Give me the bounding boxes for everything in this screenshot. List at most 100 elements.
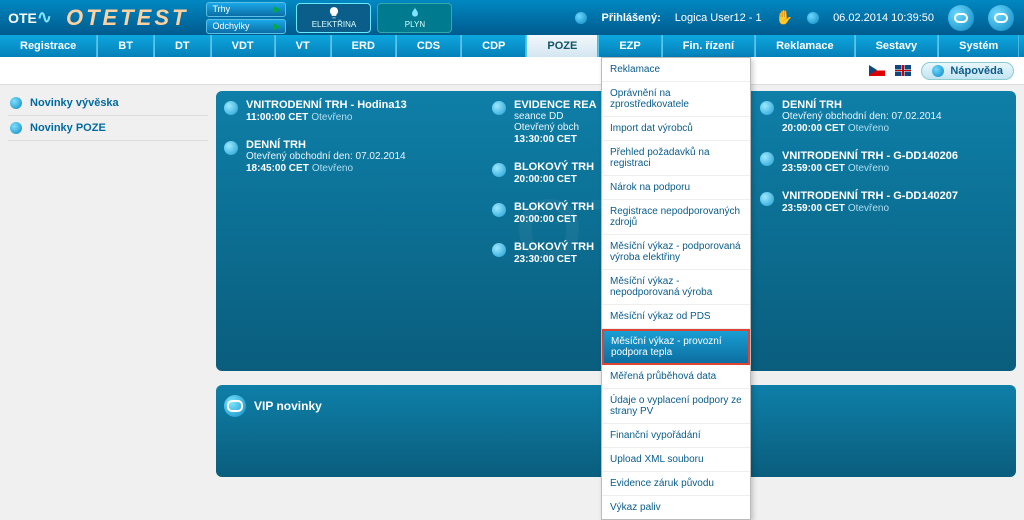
card-title: BLOKOVÝ TRH [514,241,594,253]
bullet-icon [224,101,238,115]
card-time: 20:00:00 CET [514,214,577,225]
menu-item[interactable]: Měřená průběhová data [602,365,750,389]
lightbulb-icon [325,6,343,20]
card-subtitle: seance DD [514,111,597,122]
logo: OTE∿ [0,0,60,35]
bullet-icon [224,141,238,155]
dot-icon [575,12,587,24]
menu-item[interactable]: Měsíční výkaz - nepodporovaná výroba [602,270,750,305]
sub-header: Nápověda [0,57,1024,85]
card-title: VNITRODENNÍ TRH - G-DD140206 [782,150,958,162]
news-card[interactable]: DENNÍ TRH Otevřený obchodní den: 07.02.2… [760,99,1008,134]
brand-text: OTETEST [66,5,188,31]
card-time: 20:00:00 CET [782,123,845,134]
card-time: 13:30:00 CET [514,134,577,145]
sidebar: Novinky vývěska Novinky POZE [8,91,208,477]
mini-button-column: Trhy ▶ Odchylky ▶ [206,2,286,34]
card-time: 20:00:00 CET [514,174,577,185]
mini-button-odchylky[interactable]: Odchylky ▶ [206,19,286,34]
help-label: Nápověda [950,65,1003,77]
dot-icon [10,97,22,109]
bullet-icon [492,163,506,177]
menu-item[interactable]: Měsíční výkaz od PDS [602,305,750,329]
nav-finrizeni[interactable]: Fin. řízení [662,35,755,57]
card-time: 18:45:00 CET [246,163,309,174]
card-status: Otevřeno [848,163,889,174]
bullet-icon [760,152,774,166]
tab-label: PLYN [405,20,425,29]
menu-item[interactable]: Evidence záruk původu [602,472,750,496]
dot-icon [10,122,22,134]
news-card[interactable]: VNITRODENNÍ TRH - G-DD140206 23:59:00 CE… [760,150,1008,174]
nav-poze[interactable]: POZE [526,35,598,57]
bullet-icon [760,101,774,115]
top-right-area: Přihlášený: Logica User12 - 1 ✋ 06.02.20… [575,5,1024,31]
arrow-right-icon: ▶ [274,4,281,15]
main-nav: Registrace BT DT VDT VT ERD CDS CDP POZE… [0,35,1024,57]
news-card[interactable]: DENNÍ TRH Otevřený obchodní den: 07.02.2… [224,139,472,174]
nav-erd[interactable]: ERD [331,35,396,57]
top-bar: OTE∿ OTETEST Trhy ▶ Odchylky ▶ ELEKTŘINA P… [0,0,1024,35]
user-name: Logica User12 - 1 [675,12,762,24]
nav-registrace[interactable]: Registrace [0,35,97,57]
nav-ezp[interactable]: EZP [598,35,661,57]
nav-system[interactable]: Systém [938,35,1019,57]
dot-icon [932,65,944,77]
nav-bt[interactable]: BT [97,35,154,57]
menu-item[interactable]: Registrace nepodporovaných zdrojů [602,200,750,235]
flag-uk-icon[interactable] [895,65,911,76]
mini-label: Odchylky [212,21,249,31]
chat-icon[interactable] [948,5,974,31]
help-button[interactable]: Nápověda [921,62,1014,80]
nav-vdt[interactable]: VDT [211,35,275,57]
card-title: VNITRODENNÍ TRH - Hodina13 [246,99,407,111]
nav-dt[interactable]: DT [154,35,211,57]
logout-icon[interactable]: ✋ [776,9,793,26]
logo-text: OTE [8,10,37,26]
flame-icon [406,6,424,20]
tab-elektrina[interactable]: ELEKTŘINA [296,3,371,33]
menu-item[interactable]: Finanční vypořádání [602,424,750,448]
menu-item[interactable]: Nárok na podporu [602,176,750,200]
news-card[interactable]: VNITRODENNÍ TRH - Hodina13 11:00:00 CET … [224,99,472,123]
bullet-icon [492,243,506,257]
mini-label: Trhy [212,4,230,14]
menu-item[interactable]: Upload XML souboru [602,448,750,472]
card-status: Otevřeno [311,112,352,123]
ecg-icon: ∿ [37,7,52,28]
card-time: 23:59:00 CET [782,203,845,214]
sidebar-link-vyveska[interactable]: Novinky vývěska [8,91,208,116]
card-subtitle: Otevřený obchodní den: 07.02.2014 [246,151,406,162]
flag-cz-icon[interactable] [869,65,885,76]
card-status: Otevřeno [848,203,889,214]
nav-cds[interactable]: CDS [396,35,461,57]
news-column: VNITRODENNÍ TRH - Hodina13 11:00:00 CET … [224,95,472,361]
chat-icon[interactable] [988,5,1014,31]
nav-reklamace[interactable]: Reklamace [755,35,855,57]
menu-item[interactable]: Údaje o vyplacení podpory ze strany PV [602,389,750,424]
nav-sestavy[interactable]: Sestavy [855,35,939,57]
menu-item[interactable]: Import dat výrobců [602,117,750,141]
card-time: 23:59:00 CET [782,163,845,174]
menu-item[interactable]: Měsíční výkaz - podporovaná výroba elekt… [602,235,750,270]
menu-item[interactable]: Výkaz paliv [602,496,750,519]
arrow-right-icon: ▶ [274,21,281,32]
nav-cdp[interactable]: CDP [461,35,526,57]
news-card[interactable]: VNITRODENNÍ TRH - G-DD140207 23:59:00 CE… [760,190,1008,214]
menu-item[interactable]: Oprávnění na zprostředkovatele [602,82,750,117]
sidebar-link-poze[interactable]: Novinky POZE [8,116,208,141]
card-title: EVIDENCE REA [514,99,597,111]
menu-item[interactable]: Reklamace [602,58,750,82]
card-title: DENNÍ TRH [782,99,942,111]
card-title: VNITRODENNÍ TRH - G-DD140207 [782,190,958,202]
tab-label: ELEKTŘINA [312,20,356,29]
sidebar-link-label: Novinky POZE [30,122,106,134]
menu-item[interactable]: Přehled požadavků na registraci [602,141,750,176]
tab-plyn[interactable]: PLYN [377,3,452,33]
card-title: BLOKOVÝ TRH [514,161,594,173]
nav-vt[interactable]: VT [275,35,331,57]
page-body: Novinky vývěska Novinky POZE OTE VNITROD… [0,85,1024,483]
menu-item-highlighted[interactable]: Měsíční výkaz - provozní podpora tepla [602,329,750,365]
card-time: 23:30:00 CET [514,254,577,265]
mini-button-trhy[interactable]: Trhy ▶ [206,2,286,17]
